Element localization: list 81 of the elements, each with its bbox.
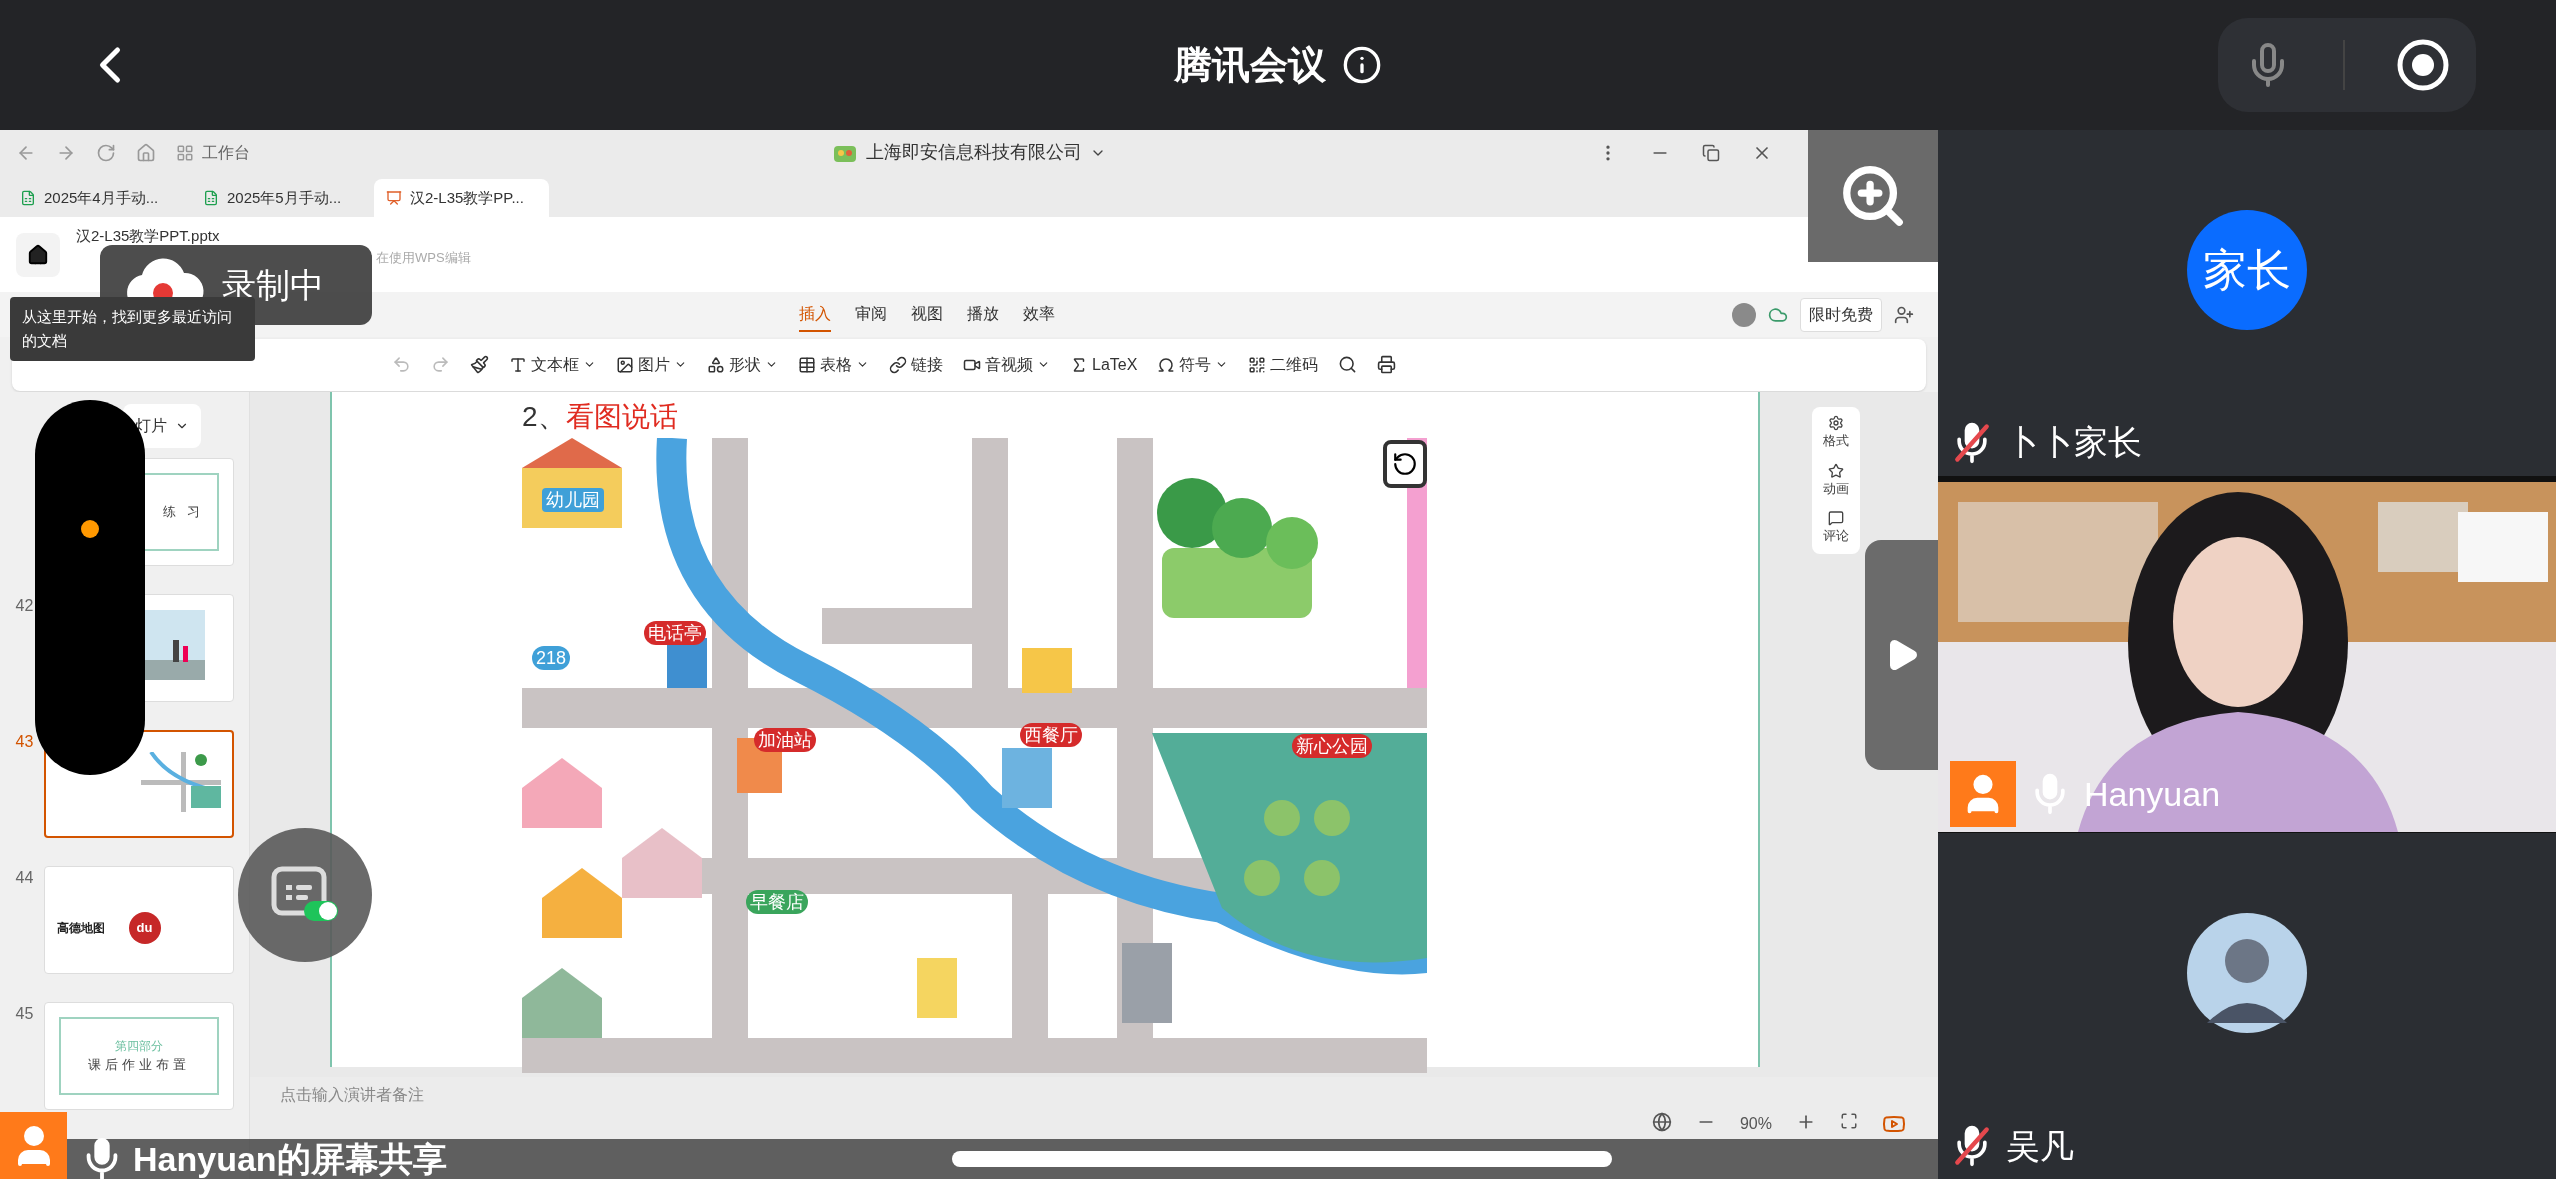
comment-icon xyxy=(1828,510,1844,526)
thumbnail-subtitle: 第四部分 xyxy=(114,1038,163,1056)
slide-thumbnail[interactable]: 第四部分 课后作业布置 xyxy=(43,1002,234,1110)
spreadsheet-icon xyxy=(20,190,36,206)
participant-name: 吴凡 xyxy=(2006,1125,2074,1167)
globe-icon[interactable] xyxy=(1651,1112,1672,1132)
textbox-icon xyxy=(509,355,527,374)
document-tab[interactable]: 汉2-L35教学PP... xyxy=(374,179,549,217)
animation-icon xyxy=(1828,462,1844,479)
add-user-icon[interactable] xyxy=(1894,304,1914,325)
ribbon-tab[interactable]: 播放 xyxy=(967,297,999,332)
document-tab[interactable]: 2025年4月手动... xyxy=(8,179,183,217)
toolbar-button[interactable]: 音视频 xyxy=(963,352,1050,377)
format-icon xyxy=(1828,415,1844,431)
slide-number: 42 xyxy=(15,596,35,616)
slide-number: 43 xyxy=(15,732,35,752)
tooltip: 从这里开始，找到更多最近访问的文档 xyxy=(10,297,255,361)
slide-title: 2、看图说话 xyxy=(522,400,679,434)
map-label: 西餐厅 xyxy=(1020,723,1082,747)
document-tab[interactable]: 2025年5月手动... xyxy=(191,179,366,217)
screen-share-label: Hanyuan的屏幕共享 xyxy=(133,1138,447,1179)
free-trial-button[interactable]: 限时免费 xyxy=(1800,297,1882,332)
toolbar-button[interactable]: 符号 xyxy=(1157,352,1229,377)
zoom-button[interactable] xyxy=(1808,130,1938,262)
table-icon xyxy=(798,355,816,374)
slide-number: 44 xyxy=(15,868,35,888)
ribbon-tab[interactable]: 插入 xyxy=(799,297,831,332)
presentation-icon xyxy=(386,190,402,206)
file-status: 在使用WPS编辑 xyxy=(376,248,471,267)
toolbar-button[interactable]: 表格 xyxy=(798,352,869,377)
thumbnail-app-logo: du xyxy=(128,912,161,944)
zoom-level: 90% xyxy=(1739,1114,1772,1134)
map-label: 加油站 xyxy=(754,728,816,752)
qr-icon xyxy=(1248,355,1267,374)
side-tool-button[interactable]: 格式 xyxy=(1823,415,1849,451)
fit-icon[interactable] xyxy=(1840,1112,1858,1130)
toolbar-button[interactable]: 图片 xyxy=(616,352,687,377)
avatar: 家长 xyxy=(2187,209,2307,330)
user-avatar-icon xyxy=(1950,761,2016,828)
slide-number: 45 xyxy=(15,1004,35,1024)
spreadsheet-icon xyxy=(203,190,219,206)
map-label: 幼儿园 xyxy=(542,488,604,512)
side-tool-button[interactable]: 动画 xyxy=(1823,462,1849,498)
workspace-link[interactable]: 工作台 xyxy=(202,140,250,165)
home-button[interactable] xyxy=(16,232,60,277)
map-label: 电话亭 xyxy=(644,621,706,645)
map-label: 218 xyxy=(532,646,571,670)
toolbar-button[interactable]: 二维码 xyxy=(1248,352,1319,377)
collapse-handle[interactable] xyxy=(1865,540,1938,770)
side-tool-button[interactable]: 评论 xyxy=(1823,510,1849,546)
home-icon xyxy=(27,243,49,266)
image-icon xyxy=(616,355,634,374)
info-icon[interactable] xyxy=(1342,45,1382,85)
ribbon-tab[interactable]: 审阅 xyxy=(855,297,887,332)
thumbnail-title: 课后作业布置 xyxy=(87,1056,190,1075)
toolbar-button[interactable]: 链接 xyxy=(889,352,943,377)
toolbar-button[interactable]: 文本框 xyxy=(509,352,596,377)
thumbnail-title: 练 习 xyxy=(162,503,205,522)
map-label: 早餐店 xyxy=(746,890,808,914)
user-avatar[interactable] xyxy=(1732,302,1756,327)
restore-icon[interactable] xyxy=(1702,143,1720,162)
print-icon[interactable] xyxy=(1377,355,1397,374)
user-avatar-icon xyxy=(0,1112,67,1179)
symbol-icon xyxy=(1157,355,1176,374)
record-icon[interactable] xyxy=(2396,38,2451,92)
company-name[interactable]: 上海即安信息科技有限公司 xyxy=(866,139,1082,166)
shape-icon xyxy=(707,355,725,374)
file-name: 汉2-L35教学PPT.pptx xyxy=(76,226,221,246)
brush-icon[interactable] xyxy=(470,355,489,374)
slide-thumbnail[interactable]: 高德地图 du xyxy=(43,866,234,974)
ribbon-tab[interactable]: 视图 xyxy=(911,297,943,332)
ribbon-tab[interactable]: 效率 xyxy=(1023,297,1055,332)
toolbar-button[interactable]: LaTeX xyxy=(1070,352,1138,377)
thumbnail-app-label: 高德地图 xyxy=(56,920,105,937)
meeting-title: 腾讯会议 xyxy=(1174,42,1326,88)
search-icon[interactable] xyxy=(1338,355,1358,374)
link-icon xyxy=(889,355,907,374)
undo-icon xyxy=(1383,440,1427,488)
map-label: 新心公园 xyxy=(1292,734,1372,758)
toolbar-button[interactable]: 形状 xyxy=(707,352,778,377)
participant-name: 卜卜家长 xyxy=(2006,422,2142,464)
